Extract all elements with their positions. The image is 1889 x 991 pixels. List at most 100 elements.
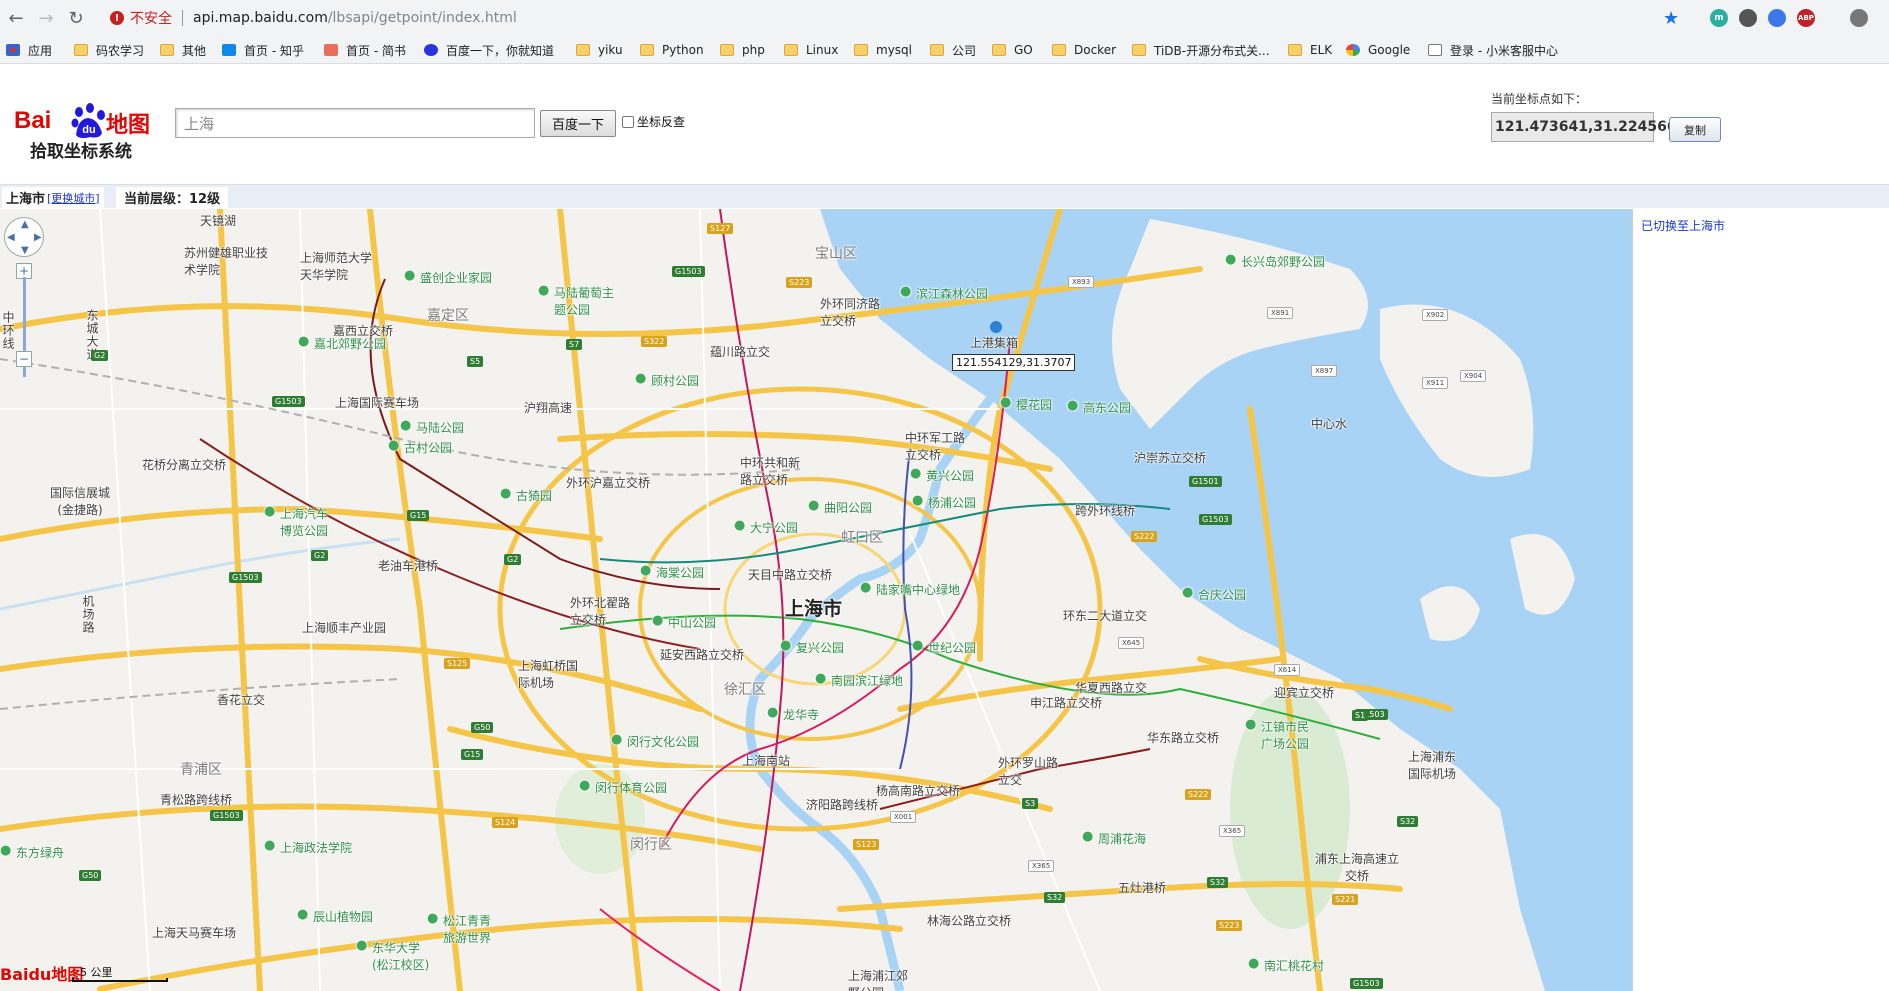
map-label: 外环沪嘉立交桥 — [566, 476, 651, 490]
bookmark-item[interactable]: Linux — [784, 42, 838, 58]
url-path: /lbsapi/getpoint/index.html — [327, 10, 517, 26]
map-label: 沪翔高速 — [524, 401, 573, 415]
search-button[interactable]: 百度一下 — [540, 110, 616, 137]
road-shield: X893 — [1068, 276, 1095, 288]
pan-control[interactable]: ▲ ▼ ◀ ▶ — [4, 217, 44, 257]
map-label-park: 复兴公园 — [780, 638, 844, 656]
search-input[interactable] — [175, 108, 535, 138]
map-baidu-logo[interactable]: Baidu地图 — [0, 961, 83, 985]
folder-icon — [640, 44, 654, 56]
map-label-park: 龙华寺 — [767, 705, 819, 723]
separator — [182, 10, 183, 26]
map-scale-bar — [72, 978, 168, 982]
extension-chrome-icon[interactable] — [1768, 9, 1786, 27]
map-label-park: 东华大学(松江校区) — [356, 938, 432, 973]
map-label: 上海浦江郊野公园 — [848, 969, 909, 991]
map-label-park: 南汇桃花村 — [1248, 956, 1324, 974]
road-shield: X891 — [1267, 307, 1294, 319]
map-label: 中心水 — [1311, 417, 1348, 431]
folder-icon — [720, 44, 734, 56]
zoom-out-button[interactable]: − — [16, 351, 32, 367]
forward-arrow-icon[interactable]: → — [34, 6, 58, 30]
bookmark-item[interactable]: ELK — [1288, 42, 1332, 58]
change-city-link[interactable]: [更换城市] — [47, 190, 100, 206]
highway-shield: S1 — [1352, 710, 1369, 721]
profile-avatar-icon[interactable] — [1850, 9, 1868, 27]
map-label: 环东二大道立交 — [1063, 609, 1148, 623]
map-label-park: 顾村公园 — [635, 371, 699, 389]
baidu-icon — [424, 44, 438, 56]
folder-icon — [1132, 44, 1146, 56]
highway-shield: G1503 — [1199, 514, 1232, 525]
bookmark-item[interactable]: GO — [992, 42, 1033, 58]
highway-shield: S322 — [641, 336, 668, 347]
map-label: 蕴川路立交 — [710, 345, 771, 359]
map-label-park: 古猗园 — [500, 486, 552, 504]
bookmark-item[interactable]: Docker — [1052, 42, 1116, 58]
pan-down-icon[interactable]: ▼ — [21, 245, 29, 256]
marker-coord-tooltip[interactable]: 121.554129,31.3707 — [952, 354, 1076, 371]
highway-shield: S123 — [853, 839, 880, 850]
extension-incognito-icon[interactable] — [1739, 9, 1757, 27]
bookmark-item[interactable]: Python — [640, 42, 704, 58]
bookmark-item[interactable]: php — [720, 42, 765, 58]
port-pin-icon[interactable] — [990, 321, 1002, 333]
bookmark-apps[interactable]: 应用 — [6, 42, 52, 58]
warning-icon: ! — [110, 11, 124, 25]
bookmark-item[interactable]: mysql — [854, 42, 912, 58]
copy-button[interactable]: 复制 — [1669, 117, 1721, 142]
baidu-map-logo[interactable]: Bai du 地图 拾取坐标系统 — [14, 89, 164, 162]
bookmark-item[interactable]: 公司 — [930, 42, 976, 58]
map-label-park: 上海政法学院 — [264, 838, 352, 856]
bookmark-item[interactable]: yiku — [576, 42, 623, 58]
zhihu-icon — [222, 44, 236, 56]
bookmark-item[interactable]: TiDB-开源分布式关... — [1132, 42, 1270, 58]
bookmark-item[interactable]: 码农学习 — [74, 42, 144, 58]
bookmark-item[interactable]: 其他 — [160, 42, 206, 58]
map-label: 林海公路立交桥 — [927, 914, 1012, 928]
highway-shield: S5 — [467, 356, 484, 367]
bookmark-item[interactable]: Google — [1346, 42, 1410, 58]
bookmark-item[interactable]: 首页 - 知乎 — [222, 42, 304, 58]
highway-shield: S223 — [786, 277, 813, 288]
pan-left-icon[interactable]: ◀ — [7, 232, 15, 243]
coord-title: 当前坐标点如下： — [1491, 92, 1588, 106]
highway-shield: G15 — [407, 510, 430, 521]
road-shield: X897 — [1311, 365, 1338, 377]
back-arrow-icon[interactable]: ← — [4, 6, 28, 30]
map-label: 中环共和新路立交桥 — [740, 456, 801, 487]
side-panel: 已切换至上海市 — [1632, 209, 1889, 991]
extension-abp-icon[interactable]: ABP — [1797, 9, 1815, 27]
address-bar[interactable]: ! 不安全 api.map.baidu.com /lbsapi/getpoint… — [98, 5, 1728, 31]
coord-output-field[interactable]: 121.473641,31.224566 — [1491, 112, 1677, 142]
highway-shield: S3 — [1022, 798, 1039, 809]
bookmark-item[interactable]: 登录 - 小米客服中心 — [1428, 42, 1558, 58]
highway-shield: S124 — [492, 817, 519, 828]
logo-map: 地图 — [106, 113, 151, 138]
road-shield: X904 — [1460, 370, 1487, 382]
city-bar: 上海市 [更换城市] 当前层级：12级 — [0, 184, 1889, 208]
highway-shield: G1503 — [272, 396, 305, 407]
reload-icon[interactable]: ↻ — [64, 6, 88, 30]
map-label: 青松路跨线桥 — [160, 793, 233, 807]
bookmark-star-icon[interactable]: ★ — [1663, 8, 1679, 29]
highway-shield: G50 — [79, 870, 102, 881]
highway-shield: G2 — [311, 550, 329, 561]
map-label: 中环线 — [1, 311, 15, 350]
logo-du-text: du — [82, 124, 95, 136]
logo-subtitle: 拾取坐标系统 — [30, 142, 132, 162]
bookmark-item[interactable]: 百度一下，你就知道 — [424, 42, 554, 58]
reverse-lookup-checkbox[interactable] — [622, 116, 634, 128]
pan-right-icon[interactable]: ▶ — [34, 232, 42, 243]
side-message: 已切换至上海市 — [1641, 219, 1726, 233]
map-label-park: 江镇市民广场公园 — [1245, 717, 1313, 752]
map-canvas[interactable]: ▲ ▼ ◀ ▶ + − 上海市 宝山区 嘉定区 虹口区 徐汇区 青浦区 闵行区 … — [0, 209, 1632, 991]
map-label-park: 曲阳公园 — [808, 498, 872, 516]
highway-shield: G15 — [461, 749, 484, 760]
highway-shield: S222 — [1131, 531, 1158, 542]
pan-up-icon[interactable]: ▲ — [21, 219, 29, 230]
bookmark-item[interactable]: 首页 - 简书 — [324, 42, 406, 58]
extension-m-icon[interactable]: m — [1710, 9, 1728, 27]
map-label: 天目中路立交桥 — [748, 568, 833, 582]
map-label-park: 东方绿舟 — [0, 843, 64, 861]
